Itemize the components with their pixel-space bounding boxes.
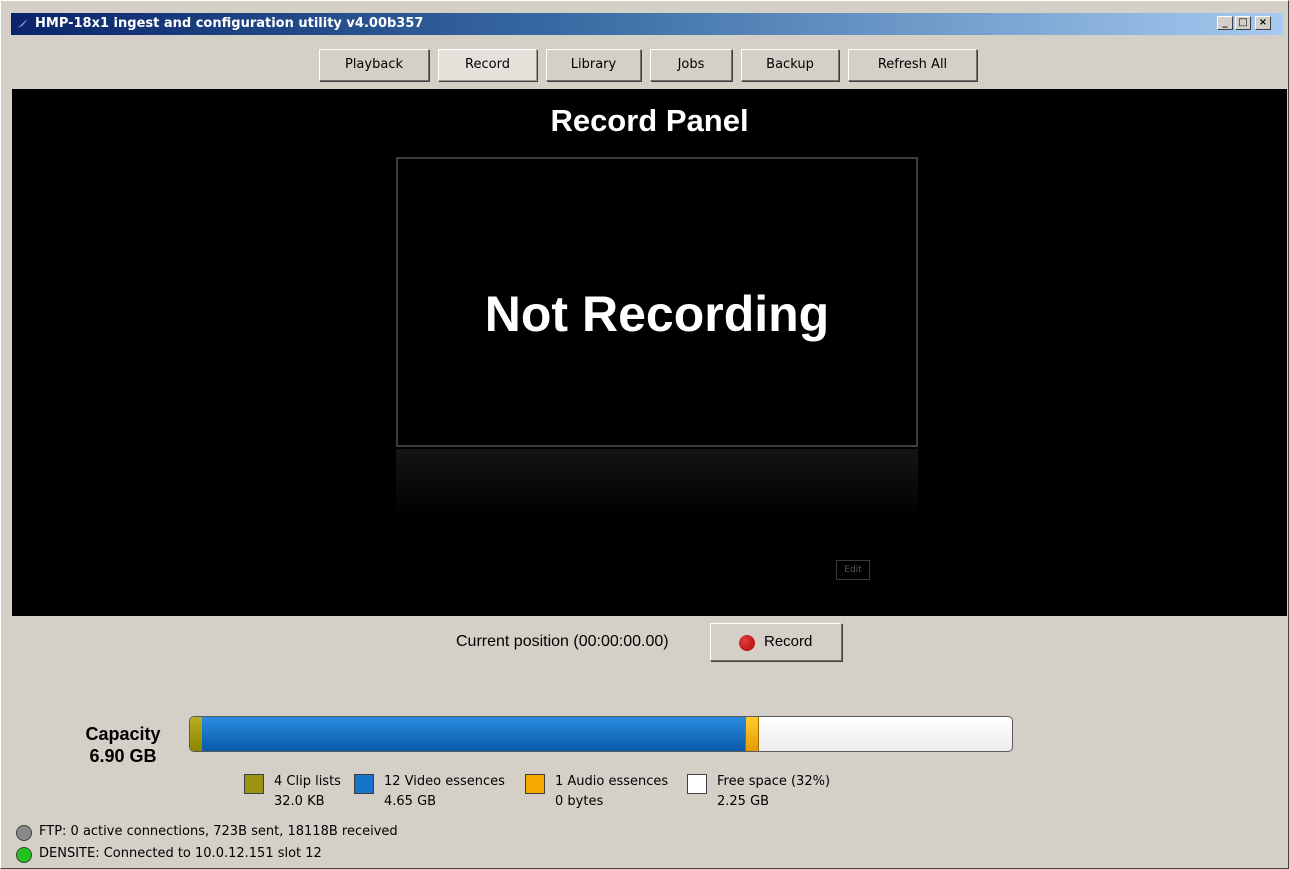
- tab-jobs[interactable]: Jobs: [650, 49, 732, 81]
- capacity-title: Capacity: [85, 724, 161, 744]
- legend-value: 2.25 GB: [717, 794, 770, 809]
- ftp-status-text: FTP: 0 active connections, 723B sent, 18…: [39, 824, 398, 839]
- record-button[interactable]: Record: [710, 623, 842, 661]
- legend-label: 1 Audio essences: [555, 774, 669, 789]
- record-dot-icon: [739, 635, 755, 651]
- legend-swatch: [687, 774, 707, 794]
- densite-status-text: DENSITE: Connected to 10.0.12.151 slot 1…: [39, 846, 322, 861]
- legend-value: 0 bytes: [555, 794, 604, 809]
- capacity-bar: [189, 716, 1013, 752]
- densite-status-led-icon: [16, 847, 32, 863]
- tab-backup[interactable]: Backup: [741, 49, 839, 81]
- nav-bar: Playback Record Library Jobs Backup Refr…: [1, 49, 1288, 81]
- capacity-label: Capacity 6.90 GB: [77, 723, 169, 767]
- current-position: Current position (00:00:00.00): [456, 633, 669, 650]
- minimize-button[interactable]: _: [1217, 16, 1233, 30]
- legend-value: 32.0 KB: [274, 794, 325, 809]
- record-button-label: Record: [764, 633, 813, 650]
- legend-swatch: [354, 774, 374, 794]
- recording-status: Not Recording: [484, 286, 830, 342]
- app-icon: [17, 19, 27, 28]
- legend-swatch: [244, 774, 264, 794]
- tab-record[interactable]: Record: [438, 49, 537, 81]
- ftp-status-led-icon: [16, 825, 32, 841]
- legend-label: 12 Video essences: [384, 774, 505, 789]
- legend-label: Free space (32%): [717, 774, 831, 789]
- title-bar[interactable]: HMP-18x1 ingest and configuration utilit…: [11, 13, 1283, 35]
- legend-value: 4.65 GB: [384, 794, 437, 809]
- preview-reflection: [396, 449, 918, 519]
- legend-swatch: [525, 774, 545, 794]
- capacity-total: 6.90 GB: [89, 746, 157, 766]
- edit-button[interactable]: Edit: [836, 560, 870, 580]
- maximize-button[interactable]: □: [1235, 16, 1251, 30]
- tab-refresh-all[interactable]: Refresh All: [848, 49, 977, 81]
- legend-label: 4 Clip lists: [274, 774, 341, 789]
- panel-title: Record Panel: [550, 103, 749, 138]
- window-title: HMP-18x1 ingest and configuration utilit…: [35, 16, 424, 31]
- tab-playback[interactable]: Playback: [319, 49, 429, 81]
- tab-library[interactable]: Library: [546, 49, 641, 81]
- capacity-segment-video: [202, 717, 745, 751]
- record-panel: Record Panel Not Recording Edit: [12, 89, 1287, 616]
- capacity-segment-audio: [745, 717, 759, 751]
- app-window: HMP-18x1 ingest and configuration utilit…: [0, 0, 1289, 869]
- close-button[interactable]: ×: [1255, 16, 1271, 30]
- preview-box: Not Recording: [396, 157, 918, 447]
